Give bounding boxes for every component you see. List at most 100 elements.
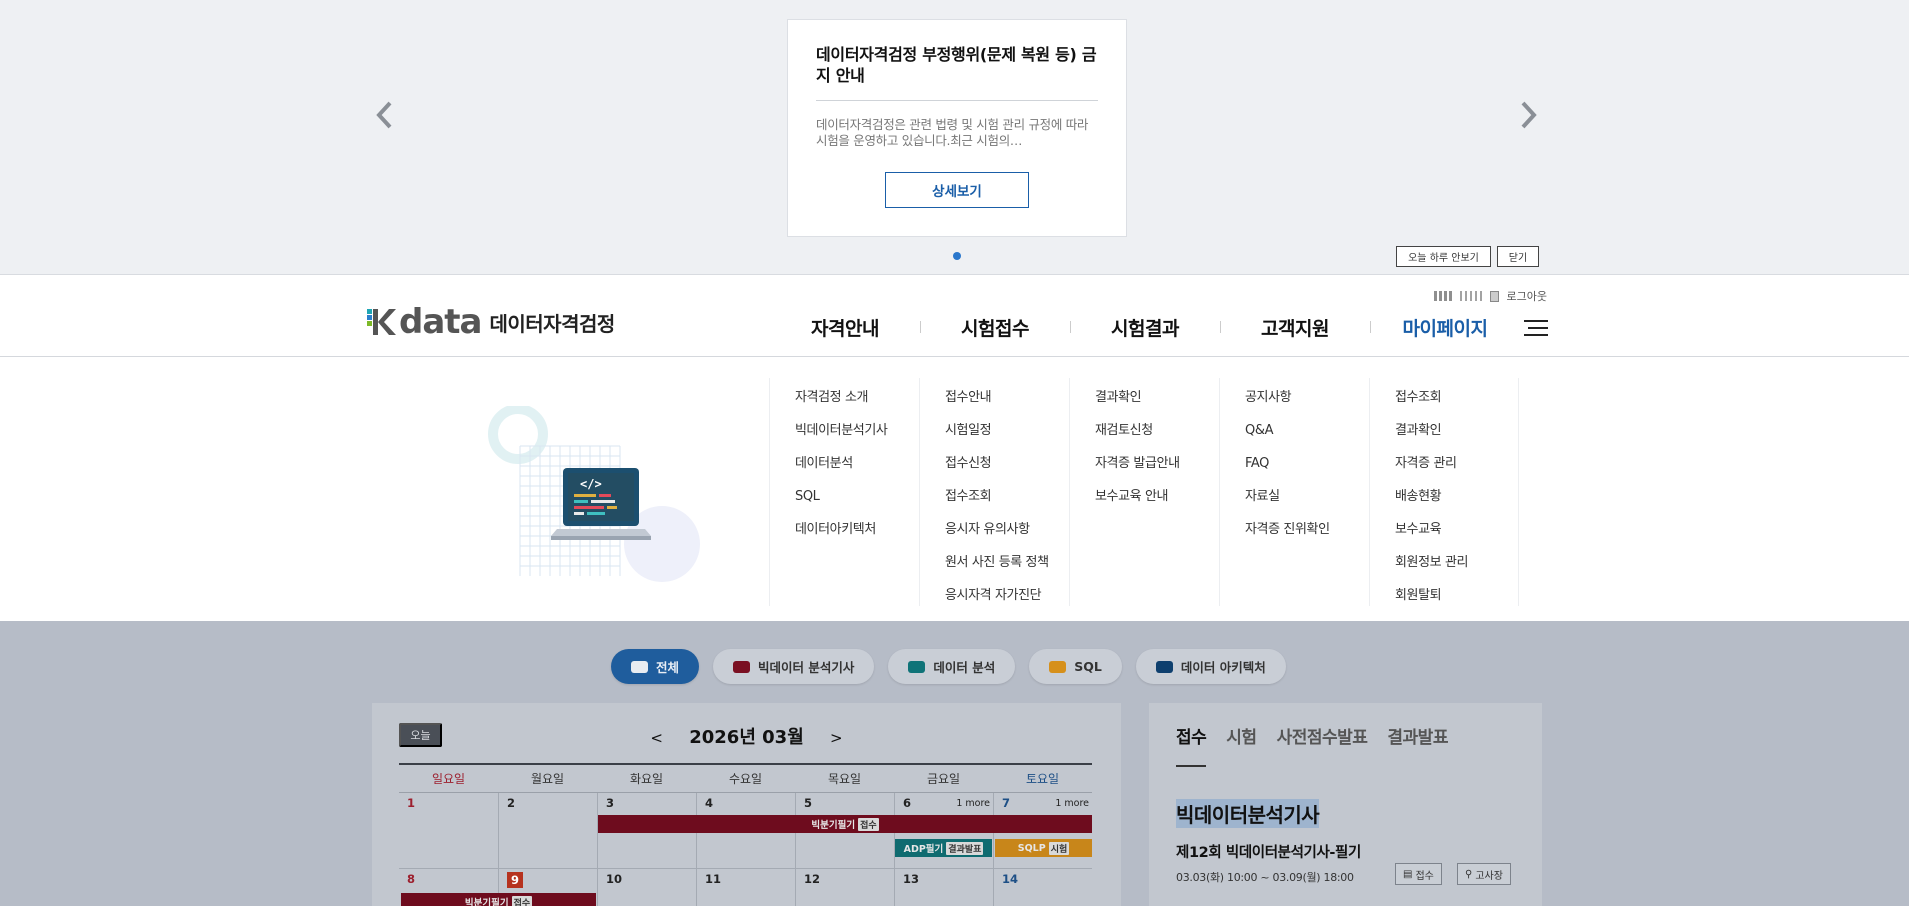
menu-link[interactable]: 보수교육 안내	[1095, 487, 1219, 520]
day-number: 4	[705, 796, 714, 810]
menu-link[interactable]: 접수조회	[945, 487, 1069, 520]
popup-pagination-dot[interactable]	[953, 252, 961, 260]
logout-link[interactable]: 로그아웃	[1507, 288, 1547, 304]
filter-swatch	[733, 660, 751, 673]
menu-link[interactable]: 자격증 발급안내	[1095, 454, 1219, 487]
next-month-button[interactable]: >	[830, 729, 843, 747]
menu-link[interactable]: 보수교육	[1395, 520, 1518, 553]
hide-today-button[interactable]: 오늘 하루 안보기	[1396, 246, 1491, 267]
filter-bigdata[interactable]: 빅데이터 분석기사	[713, 649, 875, 684]
more-events-link[interactable]: 1 more	[956, 798, 990, 809]
menu-link[interactable]: 자격증 관리	[1395, 454, 1518, 487]
day-number: 12	[804, 872, 821, 886]
mega-menu-columns: 자격검정 소개 빅데이터분석기사 데이터분석 SQL 데이터아키텍처 접수안내 …	[769, 378, 1519, 606]
info-exam-title: 빅데이터분석기사	[1176, 799, 1320, 828]
menu-link[interactable]: 회원탈퇴	[1395, 586, 1518, 619]
nav-qualification-guide[interactable]: 자격안내	[770, 314, 920, 341]
tab-result[interactable]: 결과발표	[1387, 723, 1448, 767]
filter-sql[interactable]: SQL	[1029, 649, 1122, 684]
weekday-label: 토요일	[1025, 772, 1060, 786]
nav-customer-support[interactable]: 고객지원	[1220, 314, 1370, 341]
test-site-mini-button[interactable]: ⚲ 고사장	[1457, 863, 1511, 885]
menu-link[interactable]: 결과확인	[1095, 388, 1219, 421]
popup-next-arrow-icon[interactable]	[1513, 95, 1543, 135]
calendar-day[interactable]: 12	[795, 869, 894, 906]
menu-link[interactable]: 재검토신청	[1095, 421, 1219, 454]
menu-link[interactable]: 접수안내	[945, 388, 1069, 421]
tab-apply[interactable]: 접수	[1176, 723, 1207, 767]
weekday-label: 일요일	[431, 772, 466, 786]
more-events-link[interactable]: 1 more	[1055, 798, 1089, 809]
nav-mypage[interactable]: 마이페이지	[1370, 314, 1520, 341]
prev-month-button[interactable]: <	[650, 729, 663, 747]
menu-link[interactable]: 응시자격 자가진단	[945, 586, 1069, 619]
menu-link[interactable]: Q&A	[1245, 421, 1369, 454]
info-exam-round[interactable]: 제12회 빅데이터분석기사-필기	[1176, 841, 1361, 862]
menu-link[interactable]: FAQ	[1245, 454, 1369, 487]
close-popup-button[interactable]: 닫기	[1497, 246, 1539, 267]
day-number: 6	[903, 796, 912, 810]
menu-link[interactable]: 시험일정	[945, 421, 1069, 454]
logout-doc-icon	[1489, 290, 1499, 302]
popup-prev-arrow-icon[interactable]	[370, 95, 400, 135]
user-name-masked	[1433, 291, 1452, 301]
detail-button[interactable]: 상세보기	[885, 172, 1029, 208]
user-id-masked	[1459, 291, 1482, 301]
k-logo-icon	[365, 306, 399, 338]
menu-link[interactable]: 접수조회	[1395, 388, 1518, 421]
event-tag: 결과발표	[946, 841, 984, 855]
menu-link[interactable]: 데이터아키텍처	[795, 520, 919, 553]
menu-link[interactable]: 공지사항	[1245, 388, 1369, 421]
day-number: 10	[606, 872, 623, 886]
apply-mini-label: 접수	[1415, 870, 1434, 882]
apply-mini-button[interactable]: ▤ 접수	[1395, 863, 1442, 885]
svg-text:</>: </>	[580, 477, 602, 491]
menu-link[interactable]: SQL	[795, 487, 919, 520]
filter-all[interactable]: 전체	[611, 649, 700, 684]
weekday-label: 화요일	[629, 772, 664, 786]
month-header: < 2026년 03월 >	[372, 723, 1121, 749]
hamburger-menu-icon[interactable]	[1524, 320, 1548, 336]
calendar-day[interactable]: 13	[894, 869, 993, 906]
menu-link[interactable]: 자격증 진위확인	[1245, 520, 1369, 553]
tab-pre-score[interactable]: 사전점수발표	[1277, 723, 1368, 767]
menu-link[interactable]: 자료실	[1245, 487, 1369, 520]
filter-data-architecture[interactable]: 데이터 아키텍처	[1135, 649, 1286, 684]
calendar-day[interactable]: 14	[993, 869, 1092, 906]
event-adp-written-result[interactable]: ADP필기 결과발표	[895, 839, 992, 857]
notice-popup-layer: 데이터자격검정 부정행위(문제 복원 등) 금지 안내 데이터자격검정은 관련 …	[0, 0, 1909, 275]
calendar-day[interactable]: 11	[696, 869, 795, 906]
day-number: 2	[507, 796, 516, 810]
calendar-day[interactable]: 1	[399, 793, 498, 868]
event-label: ADP필기	[903, 844, 944, 855]
calendar-day[interactable]: 10	[597, 869, 696, 906]
filter-data-analysis[interactable]: 데이터 분석	[888, 649, 1016, 684]
menu-link[interactable]: 원서 사진 등록 정책	[945, 553, 1069, 586]
day-number: 3	[606, 796, 615, 810]
menu-link[interactable]: 배송현황	[1395, 487, 1518, 520]
weekday-label: 목요일	[827, 772, 862, 786]
site-logo[interactable]: data 데이터자격검정	[365, 305, 615, 339]
calendar-grid: 일요일 월요일 화요일 수요일 목요일 금요일 토요일 1 2 3 4 5 61…	[399, 763, 1092, 906]
today-day-number: 9	[507, 872, 524, 888]
menu-link[interactable]: 접수신청	[945, 454, 1069, 487]
event-bigdata-written-apply[interactable]: 빅분기필기 접수	[598, 815, 1092, 833]
weekday-header: 일요일 월요일 화요일 수요일 목요일 금요일 토요일	[399, 763, 1092, 793]
menu-link[interactable]: 자격검정 소개	[795, 388, 919, 421]
event-bigdata-written-apply[interactable]: 빅분기필기 접수	[401, 893, 596, 906]
calendar-day[interactable]: 2	[498, 793, 597, 868]
menu-link[interactable]: 결과확인	[1395, 421, 1518, 454]
menu-link[interactable]: 회원정보 관리	[1395, 553, 1518, 586]
menu-link[interactable]: 데이터분석	[795, 454, 919, 487]
calendar-week-row: 1 2 3 4 5 6 1 more 7 1 more 빅분기필기 접수 ADP필기…	[399, 793, 1092, 869]
event-sqlp-exam[interactable]: SQLP 시험	[995, 839, 1092, 857]
site-header: data 데이터자격검정 로그아웃 자격안내 시험접수 시험결과 고객지원 마이…	[0, 276, 1909, 357]
schedule-tabs: 접수 시험 사전점수발표 결과발표	[1176, 723, 1448, 767]
nav-exam-results[interactable]: 시험결과	[1070, 314, 1220, 341]
menu-link[interactable]: 응시자 유의사항	[945, 520, 1069, 553]
day-number: 1	[407, 796, 416, 810]
tab-exam[interactable]: 시험	[1226, 723, 1257, 767]
nav-exam-apply[interactable]: 시험접수	[920, 314, 1070, 341]
filter-label: 데이터 분석	[933, 660, 996, 675]
menu-link[interactable]: 빅데이터분석기사	[795, 421, 919, 454]
